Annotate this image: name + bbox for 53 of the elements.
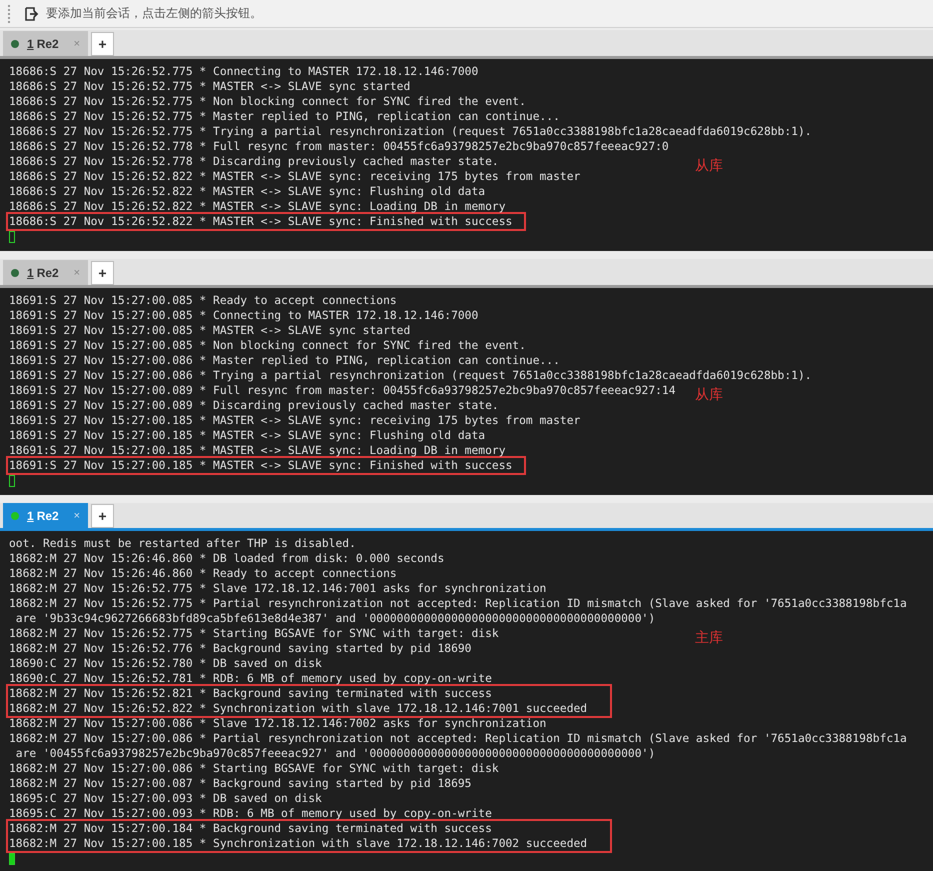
annotation-label: 从库 [695,388,723,403]
log-line: 18691:S 27 Nov 15:27:00.185 * MASTER <-> SLAVE sync: Loading DB in memory [9,443,506,458]
log-line: 18690:C 27 Nov 15:26:52.781 * RDB: 6 MB of memory used by copy-on-write [9,671,492,686]
log-line: 18686:S 27 Nov 15:26:52.775 * Non blocking connect for SYNC fired the event. [9,94,526,109]
log-line: 18682:M 27 Nov 15:26:52.776 * Background saving started by pid 18690 [9,641,472,656]
log-line: 18682:M 27 Nov 15:26:52.822 * Synchronization with slave 172.18.12.146:7001 succeeded [6,701,612,718]
hint-text: 要添加当前会话，点击左侧的箭头按钮。 [46,5,262,22]
log-line: 18691:S 27 Nov 15:27:00.085 * Non blocking connect for SYNC fired the event. [9,338,526,353]
log-line: 18691:S 27 Nov 15:27:00.089 * Full resync from master: 00455fc6a93798257e2bc9ba970c857feeeac927:14 [9,383,676,398]
log-line: 18686:S 27 Nov 15:26:52.778 * Discarding previously cached master state. [9,154,499,169]
log-line: 18686:S 27 Nov 15:26:52.822 * MASTER <-> SLAVE sync: Flushing old data [9,184,486,199]
log-line: 18686:S 27 Nov 15:26:52.822 * MASTER <-> SLAVE sync: Loading DB in memory [9,199,506,214]
log-line: 18682:M 27 Nov 15:26:52.821 * Background saving terminated with success [6,684,612,701]
new-tab-button[interactable]: + [91,504,114,528]
log-line: are '00455fc6a93798257e2bc9ba970c857feeeac927' and '0000000000000000000000000000000000000000') [14,746,656,761]
log-line: 18682:M 27 Nov 15:27:00.185 * Synchronization with slave 172.18.12.146:7002 succeeded [6,836,612,853]
log-line: 18682:M 27 Nov 15:27:00.087 * Background saving started by pid 18695 [9,776,472,791]
log-line: 18682:M 27 Nov 15:27:00.086 * Starting BGSAVE for SYNC with target: disk [9,761,499,776]
log-line: 18682:M 27 Nov 15:27:00.184 * Background saving terminated with success [6,819,612,836]
log-line: 18686:S 27 Nov 15:26:52.778 * Full resync from master: 00455fc6a93798257e2bc9ba970c857feeeac927:0 [9,139,669,154]
new-tab-button[interactable]: + [91,32,114,56]
log-line: 18691:S 27 Nov 15:27:00.085 * Connecting to MASTER 172.18.12.146:7000 [9,308,478,323]
log-line: 18691:S 27 Nov 15:27:00.185 * MASTER <-> SLAVE sync: receiving 175 bytes from master [9,413,580,428]
log-line: 18686:S 27 Nov 15:26:52.775 * Connecting to MASTER 172.18.12.146:7000 [9,64,478,79]
log-line: 18690:C 27 Nov 15:26:52.780 * DB saved on disk [9,656,322,671]
log-line: 18691:S 27 Nov 15:27:00.185 * MASTER <-> SLAVE sync: Flushing old data [9,428,486,443]
log-line: are '9b33c94c9627266683bfd89ca5bfe613e8d4e387' and '0000000000000000000000000000000000000000') [14,611,656,626]
log-line: 18682:M 27 Nov 15:26:46.860 * DB loaded from disk: 0.000 seconds [9,551,444,566]
log-line: 18686:S 27 Nov 15:26:52.775 * MASTER <-> SLAVE sync started [9,79,410,94]
log-line: 18695:C 27 Nov 15:27:00.093 * RDB: 6 MB of memory used by copy-on-write [9,806,492,821]
log-line: 18691:S 27 Nov 15:27:00.086 * Trying a partial resynchronization (request 7651a0cc3388198bfc1a28caeadfda6019c628bb:1). [9,368,812,383]
annotation-label: 从库 [695,159,723,174]
log-line: 18682:M 27 Nov 15:26:52.775 * Starting BGSAVE for SYNC with target: disk [9,626,499,641]
session-tab[interactable]: 1 Re2 × [3,503,88,528]
annotation-label: 主库 [695,631,723,646]
arrow-into-box-icon[interactable] [24,6,40,22]
log-line: 18686:S 27 Nov 15:26:52.822 * MASTER <-> SLAVE sync: receiving 175 bytes from master [9,169,580,184]
log-line: 18682:M 27 Nov 15:26:52.775 * Partial resynchronization not accepted: Replication ID mismatch (Slave asked for '7651a0cc3388198bfc1a [9,596,907,611]
log-line: 18691:S 27 Nov 15:27:00.085 * Ready to accept connections [9,293,397,308]
log-line: 18682:M 27 Nov 15:26:46.860 * Ready to accept connections [9,566,397,581]
log-line: 18691:S 27 Nov 15:27:00.085 * MASTER <-> SLAVE sync started [9,323,410,338]
log-line: 18682:M 27 Nov 15:27:00.086 * Partial resynchronization not accepted: Replication ID mismatch (Slave asked for '7651a0cc3388198bfc1a [9,731,907,746]
log-line: 18682:M 27 Nov 15:27:00.086 * Slave 172.18.12.146:7002 asks for synchronization [9,716,546,731]
session-tab[interactable]: 1 Re2 × [3,31,88,56]
log-line: 18691:S 27 Nov 15:27:00.086 * Master replied to PING, replication can continue... [9,353,560,368]
session-tab[interactable]: 1 Re2 × [3,260,88,285]
log-line: 18691:S 27 Nov 15:27:00.089 * Discarding previously cached master state. [9,398,499,413]
log-line: 18695:C 27 Nov 15:27:00.093 * DB saved on disk [9,791,322,806]
log-line: oot. Redis must be restarted after THP is disabled. [9,536,356,551]
new-tab-button[interactable]: + [91,261,114,285]
log-line: 18682:M 27 Nov 15:26:52.775 * Slave 172.18.12.146:7001 asks for synchronization [9,581,546,596]
log-line: 18686:S 27 Nov 15:26:52.775 * Trying a partial resynchronization (request 7651a0cc3388198bfc1a28caeadfda6019c628bb:1). [9,124,812,139]
log-line: 18686:S 27 Nov 15:26:52.775 * Master replied to PING, replication can continue... [9,109,560,124]
